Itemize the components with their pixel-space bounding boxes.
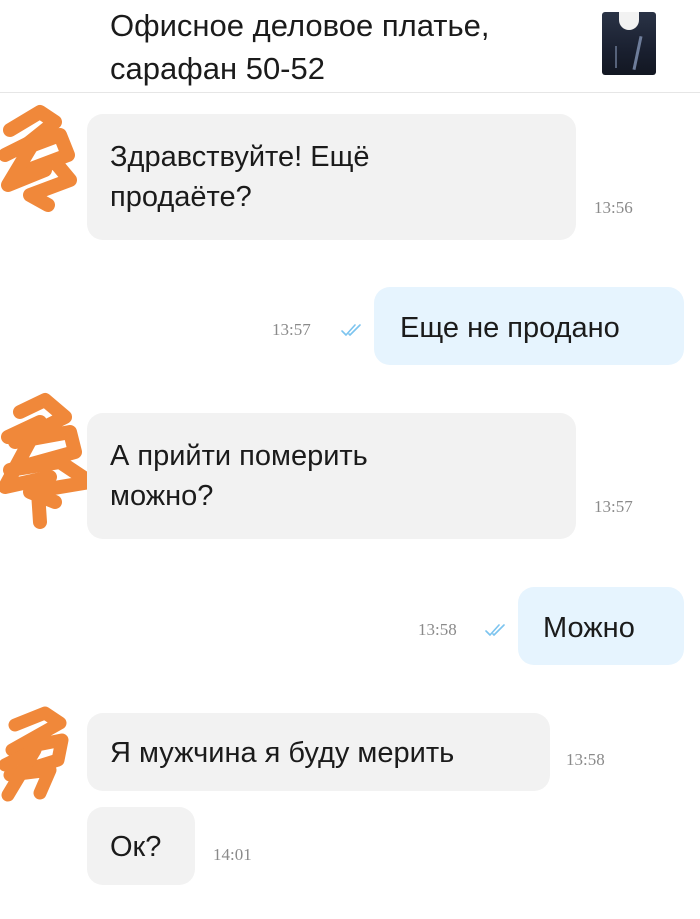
redacted-avatar [0,105,77,212]
dress-thumbnail[interactable] [602,12,656,75]
redacted-avatar [0,393,97,529]
listing-title[interactable]: Офисное деловое платье, сарафан 50-52 [110,4,560,90]
message-text: Еще не продано [400,312,620,344]
message-time: 14:01 [213,845,252,864]
message-time: 13:57 [272,320,311,339]
listing-title-line1: Офисное деловое платье, [110,8,490,43]
message-time: 13:56 [594,198,633,217]
message-text: А прийти померить можно? [110,440,368,512]
double-check-icon [341,324,361,336]
message-text: Я мужчина я буду мерить [110,737,455,769]
redacted-avatar [0,706,69,802]
message-text: Можно [543,612,635,644]
listing-title-line2: сарафан 50-52 [110,51,325,86]
chat-header: Офисное деловое платье, сарафан 50-52 [0,0,700,93]
message-time: 13:58 [418,620,457,639]
message-text: Здравствуйте! Ещё продаёте? [110,141,370,213]
double-check-icon [485,624,505,636]
message-text: Ок? [110,831,162,863]
message-time: 13:57 [594,497,633,516]
message-time: 13:58 [566,750,605,769]
